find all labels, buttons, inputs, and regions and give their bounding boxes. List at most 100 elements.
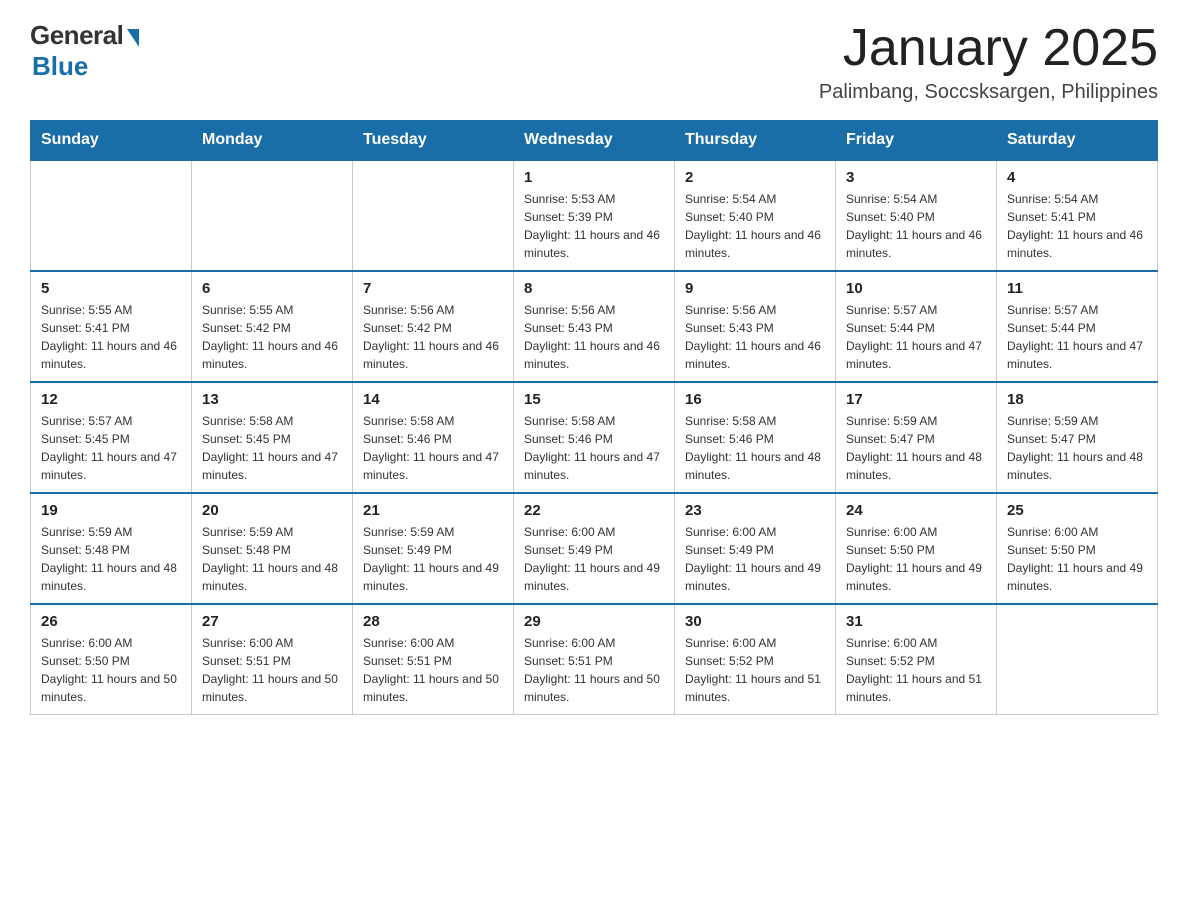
day-info: Sunrise: 6:00 AM Sunset: 5:52 PM Dayligh… [846,634,986,706]
calendar-cell: 11 Sunrise: 5:57 AM Sunset: 5:44 PM Dayli… [997,271,1158,382]
calendar-cell: 21 Sunrise: 5:59 AM Sunset: 5:49 PM Dayli… [353,493,514,604]
day-number: 12 [41,391,181,408]
calendar-day-header: Monday [192,121,353,161]
day-number: 31 [846,613,986,630]
day-number: 8 [524,280,664,297]
calendar-subtitle: Palimbang, Soccsksargen, Philippines [819,81,1158,104]
calendar-cell: 22 Sunrise: 6:00 AM Sunset: 5:49 PM Dayli… [514,493,675,604]
day-info: Sunrise: 5:53 AM Sunset: 5:39 PM Dayligh… [524,190,664,262]
calendar-week-row: 19 Sunrise: 5:59 AM Sunset: 5:48 PM Dayli… [31,493,1158,604]
calendar-cell: 10 Sunrise: 5:57 AM Sunset: 5:44 PM Dayli… [836,271,997,382]
day-number: 23 [685,502,825,519]
calendar-cell [353,160,514,271]
day-info: Sunrise: 6:00 AM Sunset: 5:49 PM Dayligh… [524,523,664,595]
calendar-cell: 30 Sunrise: 6:00 AM Sunset: 5:52 PM Dayli… [675,604,836,715]
calendar-cell: 23Sunrise: 6:00 AM Sunset: 5:49 PM Dayli… [675,493,836,604]
day-number: 7 [363,280,503,297]
calendar-cell: 28 Sunrise: 6:00 AM Sunset: 5:51 PM Dayli… [353,604,514,715]
day-info: Sunrise: 5:59 AM Sunset: 5:48 PM Dayligh… [202,523,342,595]
calendar-day-header: Saturday [997,121,1158,161]
day-info: Sunrise: 5:54 AM Sunset: 5:40 PM Dayligh… [846,190,986,262]
calendar-day-header: Thursday [675,121,836,161]
calendar-cell: 20Sunrise: 5:59 AM Sunset: 5:48 PM Dayli… [192,493,353,604]
logo-general-text: General [30,20,123,51]
day-info: Sunrise: 5:55 AM Sunset: 5:41 PM Dayligh… [41,301,181,373]
calendar-week-row: 1 Sunrise: 5:53 AM Sunset: 5:39 PM Daylig… [31,160,1158,271]
day-info: Sunrise: 5:59 AM Sunset: 5:47 PM Dayligh… [1007,412,1147,484]
day-info: Sunrise: 5:54 AM Sunset: 5:40 PM Dayligh… [685,190,825,262]
day-info: Sunrise: 5:56 AM Sunset: 5:43 PM Dayligh… [685,301,825,373]
calendar-cell: 4Sunrise: 5:54 AM Sunset: 5:41 PM Daylig… [997,160,1158,271]
day-info: Sunrise: 5:57 AM Sunset: 5:44 PM Dayligh… [1007,301,1147,373]
calendar-cell [31,160,192,271]
day-info: Sunrise: 5:59 AM Sunset: 5:49 PM Dayligh… [363,523,503,595]
day-info: Sunrise: 5:59 AM Sunset: 5:47 PM Dayligh… [846,412,986,484]
day-number: 22 [524,502,664,519]
day-number: 27 [202,613,342,630]
day-number: 21 [363,502,503,519]
logo-blue-text: Blue [32,51,88,82]
calendar-cell: 31 Sunrise: 6:00 AM Sunset: 5:52 PM Dayli… [836,604,997,715]
logo: General Blue [30,20,139,82]
calendar-day-header: Wednesday [514,121,675,161]
day-number: 26 [41,613,181,630]
calendar-cell: 12 Sunrise: 5:57 AM Sunset: 5:45 PM Dayli… [31,382,192,493]
page-header: General Blue January 2025 Palimbang, Soc… [30,20,1158,104]
calendar-day-header: Friday [836,121,997,161]
day-info: Sunrise: 5:56 AM Sunset: 5:42 PM Dayligh… [363,301,503,373]
day-number: 14 [363,391,503,408]
day-number: 2 [685,169,825,186]
calendar-cell: 24 Sunrise: 6:00 AM Sunset: 5:50 PM Dayli… [836,493,997,604]
calendar-cell: 5Sunrise: 5:55 AM Sunset: 5:41 PM Daylig… [31,271,192,382]
day-number: 13 [202,391,342,408]
day-info: Sunrise: 5:59 AM Sunset: 5:48 PM Dayligh… [41,523,181,595]
day-number: 25 [1007,502,1147,519]
calendar-week-row: 26Sunrise: 6:00 AM Sunset: 5:50 PM Dayli… [31,604,1158,715]
calendar-table: SundayMondayTuesdayWednesdayThursdayFrid… [30,120,1158,715]
calendar-day-header: Sunday [31,121,192,161]
day-info: Sunrise: 6:00 AM Sunset: 5:50 PM Dayligh… [846,523,986,595]
calendar-cell: 27Sunrise: 6:00 AM Sunset: 5:51 PM Dayli… [192,604,353,715]
day-number: 1 [524,169,664,186]
day-number: 3 [846,169,986,186]
day-info: Sunrise: 5:57 AM Sunset: 5:44 PM Dayligh… [846,301,986,373]
calendar-cell: 14 Sunrise: 5:58 AM Sunset: 5:46 PM Dayli… [353,382,514,493]
day-number: 15 [524,391,664,408]
calendar-cell: 6Sunrise: 5:55 AM Sunset: 5:42 PM Daylig… [192,271,353,382]
day-number: 30 [685,613,825,630]
day-number: 18 [1007,391,1147,408]
day-number: 17 [846,391,986,408]
calendar-title: January 2025 [819,20,1158,77]
day-info: Sunrise: 5:55 AM Sunset: 5:42 PM Dayligh… [202,301,342,373]
day-info: Sunrise: 6:00 AM Sunset: 5:50 PM Dayligh… [1007,523,1147,595]
day-info: Sunrise: 5:58 AM Sunset: 5:46 PM Dayligh… [363,412,503,484]
day-number: 28 [363,613,503,630]
day-number: 11 [1007,280,1147,297]
calendar-cell: 25 Sunrise: 6:00 AM Sunset: 5:50 PM Dayli… [997,493,1158,604]
calendar-cell [192,160,353,271]
day-number: 9 [685,280,825,297]
day-info: Sunrise: 5:58 AM Sunset: 5:46 PM Dayligh… [524,412,664,484]
calendar-cell: 17 Sunrise: 5:59 AM Sunset: 5:47 PM Dayli… [836,382,997,493]
day-info: Sunrise: 6:00 AM Sunset: 5:51 PM Dayligh… [524,634,664,706]
calendar-header-row: SundayMondayTuesdayWednesdayThursdayFrid… [31,121,1158,161]
day-number: 29 [524,613,664,630]
day-info: Sunrise: 5:58 AM Sunset: 5:45 PM Dayligh… [202,412,342,484]
day-number: 10 [846,280,986,297]
calendar-cell: 2 Sunrise: 5:54 AM Sunset: 5:40 PM Daylig… [675,160,836,271]
calendar-day-header: Tuesday [353,121,514,161]
day-number: 19 [41,502,181,519]
calendar-cell: 15 Sunrise: 5:58 AM Sunset: 5:46 PM Dayli… [514,382,675,493]
calendar-cell: 26Sunrise: 6:00 AM Sunset: 5:50 PM Dayli… [31,604,192,715]
calendar-cell: 16Sunrise: 5:58 AM Sunset: 5:46 PM Dayli… [675,382,836,493]
calendar-cell: 29 Sunrise: 6:00 AM Sunset: 5:51 PM Dayli… [514,604,675,715]
day-info: Sunrise: 5:57 AM Sunset: 5:45 PM Dayligh… [41,412,181,484]
day-number: 24 [846,502,986,519]
day-info: Sunrise: 6:00 AM Sunset: 5:51 PM Dayligh… [363,634,503,706]
calendar-cell: 7 Sunrise: 5:56 AM Sunset: 5:42 PM Daylig… [353,271,514,382]
day-info: Sunrise: 6:00 AM Sunset: 5:52 PM Dayligh… [685,634,825,706]
day-info: Sunrise: 5:54 AM Sunset: 5:41 PM Dayligh… [1007,190,1147,262]
calendar-cell: 13 Sunrise: 5:58 AM Sunset: 5:45 PM Dayli… [192,382,353,493]
calendar-cell: 3 Sunrise: 5:54 AM Sunset: 5:40 PM Daylig… [836,160,997,271]
calendar-week-row: 5Sunrise: 5:55 AM Sunset: 5:41 PM Daylig… [31,271,1158,382]
